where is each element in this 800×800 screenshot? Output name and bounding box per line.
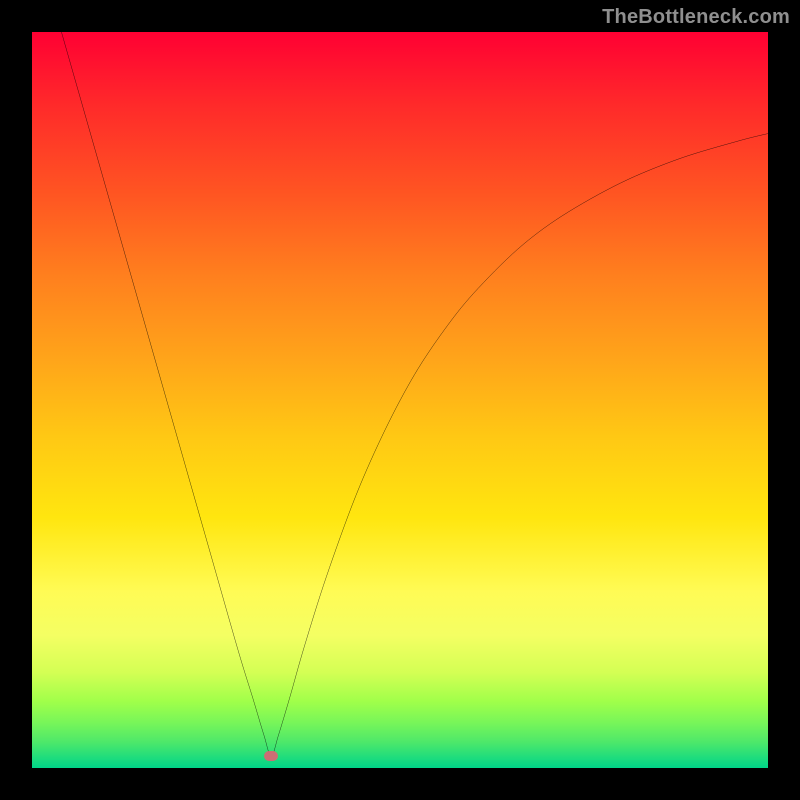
plot-area bbox=[32, 32, 768, 768]
watermark-text: TheBottleneck.com bbox=[602, 6, 790, 29]
bottleneck-curve bbox=[61, 32, 768, 756]
curve-svg bbox=[32, 32, 768, 768]
chart-frame: TheBottleneck.com bbox=[0, 0, 800, 800]
optimal-point-marker bbox=[264, 751, 278, 761]
